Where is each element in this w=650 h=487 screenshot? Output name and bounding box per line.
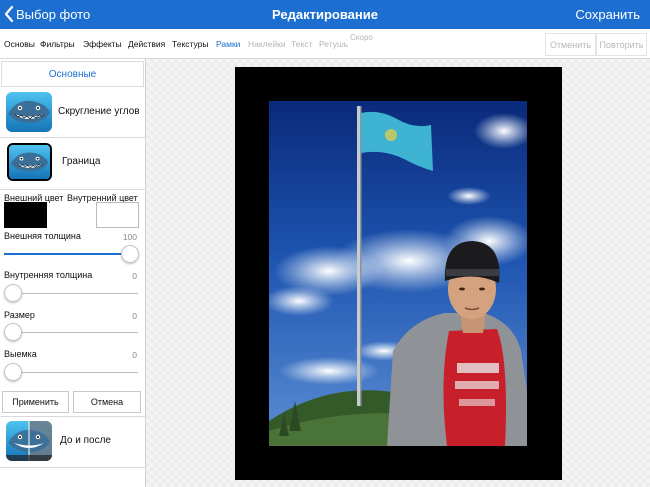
navigation-bar: Выбор фото Редактирование Сохранить [0, 0, 650, 29]
frame-settings-panel: Основные Скругление углов Граница Внешни… [0, 59, 146, 487]
notch-track[interactable] [4, 372, 138, 373]
outer-color-swatch[interactable] [4, 202, 47, 228]
save-button[interactable]: Сохранить [575, 7, 640, 22]
before-after-label: До и после [60, 435, 111, 446]
outer-thickness-label: Внешняя толщина [4, 231, 81, 241]
border-label: Граница [62, 156, 101, 167]
inner-thickness-slider[interactable] [4, 284, 22, 302]
inner-thickness-label: Внутренняя толщина [4, 270, 93, 280]
apply-button[interactable]: Применить [2, 391, 69, 413]
edited-photo[interactable] [269, 101, 527, 446]
page-title: Редактирование [272, 7, 378, 22]
outer-thickness-fill [4, 253, 126, 255]
tab-actions[interactable]: Действия [128, 39, 165, 49]
tab-stickers[interactable]: Наклейки [248, 39, 286, 49]
tab-filters[interactable]: Фильтры [40, 39, 75, 49]
size-slider[interactable] [4, 323, 22, 341]
shark-app-icon [7, 143, 52, 181]
rounded-corners-option[interactable]: Скругление углов [0, 88, 146, 138]
tab-text[interactable]: Текст [291, 39, 312, 49]
size-label: Размер [4, 310, 35, 320]
tab-frames[interactable]: Рамки [216, 39, 240, 49]
notch-slider[interactable] [4, 363, 22, 381]
before-after-icon [6, 421, 52, 461]
panel-header-basic[interactable]: Основные [1, 61, 144, 87]
chevron-left-icon [4, 6, 14, 22]
tab-retouch[interactable]: Ретушь [319, 39, 348, 49]
category-tabs: Основы Фильтры Эффекты Действия Текстуры… [0, 29, 650, 59]
redo-button[interactable]: Повторить [596, 33, 647, 56]
tab-textures[interactable]: Текстуры [172, 39, 209, 49]
inner-color-swatch[interactable] [96, 202, 139, 228]
outer-thickness-value: 100 [122, 232, 137, 242]
cancel-button[interactable]: Отмена [73, 391, 141, 413]
tab-basics[interactable]: Основы [4, 39, 35, 49]
tab-coming-soon[interactable]: Скоро [350, 33, 373, 42]
border-option[interactable]: Граница [0, 138, 146, 190]
undo-button[interactable]: Отменить [545, 33, 596, 56]
shark-app-icon [6, 92, 52, 132]
before-after-option[interactable]: До и после [0, 416, 146, 468]
back-button-label: Выбор фото [16, 6, 91, 22]
tab-effects[interactable]: Эффекты [83, 39, 122, 49]
size-track[interactable] [4, 332, 138, 333]
inner-thickness-value: 0 [132, 271, 137, 281]
inner-thickness-track[interactable] [4, 293, 138, 294]
back-button[interactable]: Выбор фото [4, 5, 90, 23]
rounded-corners-label: Скругление углов [58, 106, 140, 117]
notch-label: Выемка [4, 349, 37, 359]
notch-value: 0 [132, 350, 137, 360]
size-value: 0 [132, 311, 137, 321]
outer-thickness-slider[interactable] [121, 245, 139, 263]
